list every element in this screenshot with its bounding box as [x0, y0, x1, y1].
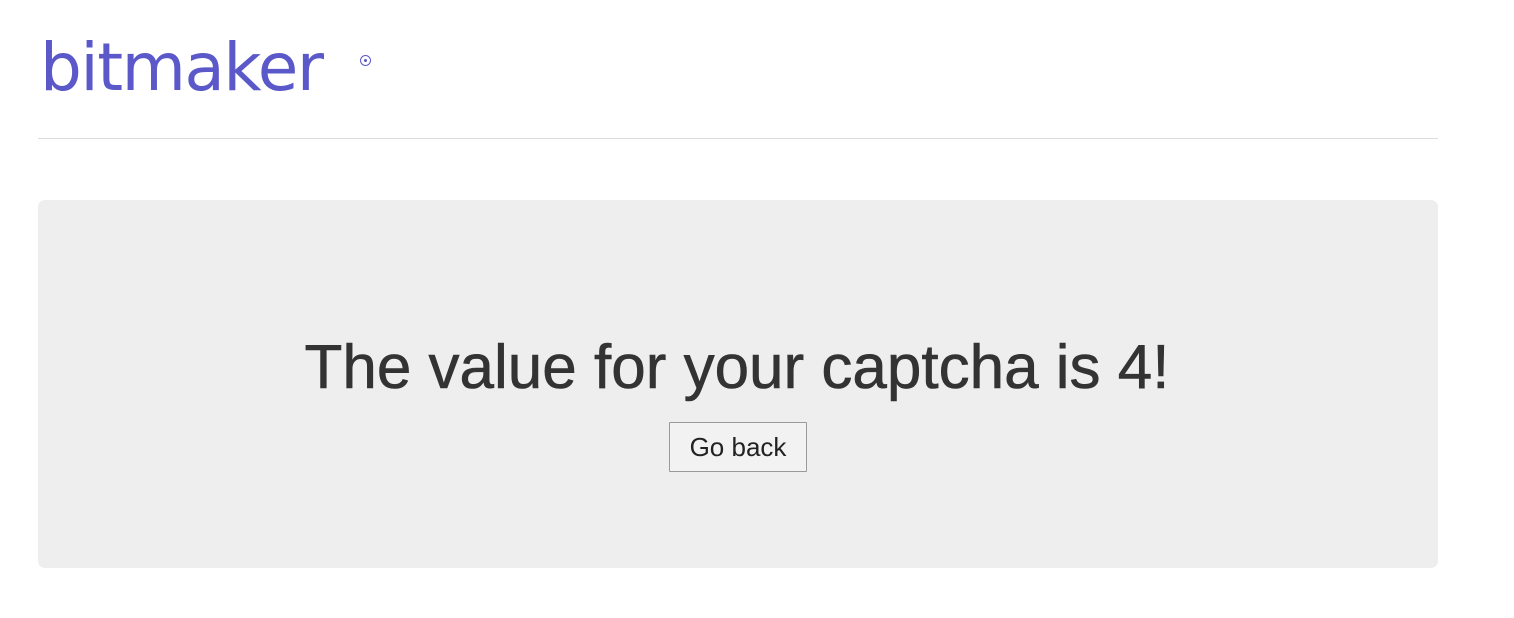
brand-logo: bitmaker — [40, 29, 324, 106]
go-back-button[interactable]: Go back — [669, 422, 807, 472]
captcha-result-message: The value for your captcha is 4! — [304, 333, 1170, 403]
registered-trademark-icon — [360, 55, 371, 66]
header-divider — [38, 138, 1438, 139]
